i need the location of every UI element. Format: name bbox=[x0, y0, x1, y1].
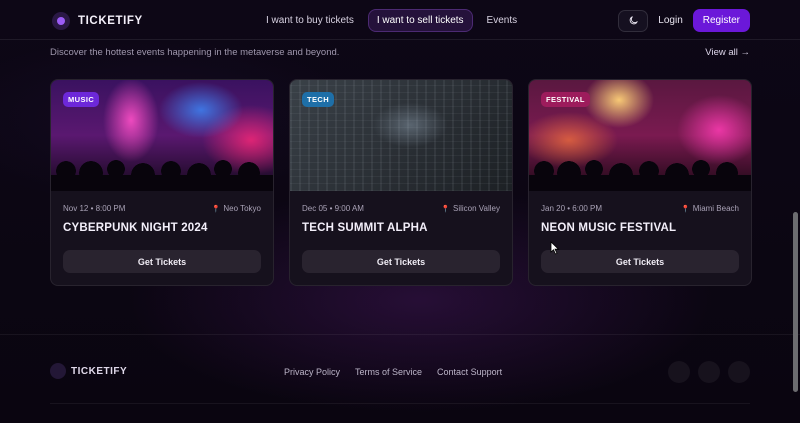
social-links bbox=[668, 361, 750, 383]
register-button[interactable]: Register bbox=[692, 9, 750, 32]
event-title: CYBERPUNK NIGHT 2024 bbox=[63, 222, 208, 234]
event-image: MUSIC bbox=[51, 80, 273, 191]
top-navbar: TICKETIFY I want to buy tickets I want t… bbox=[0, 0, 800, 40]
page: TICKETIFY I want to buy tickets I want t… bbox=[0, 0, 800, 423]
event-image: FESTIVAL bbox=[529, 80, 751, 191]
category-badge: FESTIVAL bbox=[541, 92, 590, 107]
get-tickets-button[interactable]: Get Tickets bbox=[63, 250, 261, 273]
event-title: NEON MUSIC FESTIVAL bbox=[541, 222, 677, 234]
event-location: 📍 Silicon Valley bbox=[441, 204, 500, 213]
logo-icon bbox=[52, 12, 70, 30]
event-cards: MUSIC Nov 12 • 8:00 PM 📍 Neo Tokyo CYBERP… bbox=[50, 79, 752, 286]
view-all-link[interactable]: View all → bbox=[705, 47, 750, 58]
footer-bottom-divider bbox=[50, 403, 750, 404]
theme-toggle-button[interactable] bbox=[618, 9, 649, 32]
category-badge: MUSIC bbox=[63, 92, 100, 107]
social-icon[interactable] bbox=[698, 361, 720, 383]
nav-actions: Login Register bbox=[618, 9, 750, 32]
section-subtitle: Discover the hottest events happening in… bbox=[50, 47, 340, 58]
event-meta: Nov 12 • 8:00 PM 📍 Neo Tokyo bbox=[63, 204, 261, 213]
footer-divider bbox=[0, 334, 800, 335]
event-location: 📍 Neo Tokyo bbox=[212, 204, 261, 213]
event-meta: Jan 20 • 6:00 PM 📍 Miami Beach bbox=[541, 204, 739, 213]
event-location-label: Miami Beach bbox=[692, 204, 739, 213]
event-meta: Dec 05 • 9:00 AM 📍 Silicon Valley bbox=[302, 204, 500, 213]
location-pin-icon: 📍 bbox=[681, 205, 690, 213]
category-badge: TECH bbox=[302, 92, 335, 107]
mouse-cursor-icon bbox=[550, 241, 560, 255]
crowd-silhouette bbox=[51, 151, 273, 191]
event-date: Nov 12 • 8:00 PM bbox=[63, 204, 126, 213]
nav-link-sell-tickets[interactable]: I want to sell tickets bbox=[367, 9, 473, 32]
footer-brand-name: TICKETIFY bbox=[71, 365, 128, 377]
footer-link-privacy[interactable]: Privacy Policy bbox=[284, 367, 340, 377]
crowd-silhouette bbox=[529, 151, 751, 191]
social-icon[interactable] bbox=[668, 361, 690, 383]
event-location-label: Silicon Valley bbox=[453, 204, 500, 213]
event-title: TECH SUMMIT ALPHA bbox=[302, 222, 428, 234]
event-card[interactable]: TECH Dec 05 • 9:00 AM 📍 Silicon Valley TE… bbox=[289, 79, 513, 286]
event-location-label: Neo Tokyo bbox=[223, 204, 261, 213]
event-image: TECH bbox=[290, 80, 512, 191]
nav-links: I want to buy tickets I want to sell tic… bbox=[258, 9, 525, 32]
nav-link-buy-tickets[interactable]: I want to buy tickets bbox=[258, 10, 362, 31]
brand-name: TICKETIFY bbox=[78, 15, 143, 27]
footer-link-terms[interactable]: Terms of Service bbox=[355, 367, 422, 377]
footer-logo-icon bbox=[50, 363, 66, 379]
event-location: 📍 Miami Beach bbox=[681, 204, 739, 213]
location-pin-icon: 📍 bbox=[211, 205, 221, 213]
event-date: Jan 20 • 6:00 PM bbox=[541, 204, 603, 213]
page-scrollbar[interactable] bbox=[793, 212, 798, 392]
get-tickets-button[interactable]: Get Tickets bbox=[541, 250, 739, 273]
social-icon[interactable] bbox=[728, 361, 750, 383]
login-link[interactable]: Login bbox=[654, 11, 686, 30]
footer-links: Privacy Policy Terms of Service Contact … bbox=[284, 367, 502, 377]
footer-link-support[interactable]: Contact Support bbox=[437, 367, 502, 377]
moon-icon bbox=[629, 16, 638, 25]
brand-logo[interactable]: TICKETIFY bbox=[52, 12, 143, 30]
get-tickets-button[interactable]: Get Tickets bbox=[302, 250, 500, 273]
nav-link-events[interactable]: Events bbox=[479, 10, 526, 31]
footer-brand[interactable]: TICKETIFY bbox=[50, 363, 127, 379]
event-card[interactable]: MUSIC Nov 12 • 8:00 PM 📍 Neo Tokyo CYBERP… bbox=[50, 79, 274, 286]
location-pin-icon: 📍 bbox=[441, 205, 451, 213]
event-card[interactable]: FESTIVAL Jan 20 • 6:00 PM 📍 Miami Beach N… bbox=[528, 79, 752, 286]
event-date: Dec 05 • 9:00 AM bbox=[302, 204, 364, 213]
